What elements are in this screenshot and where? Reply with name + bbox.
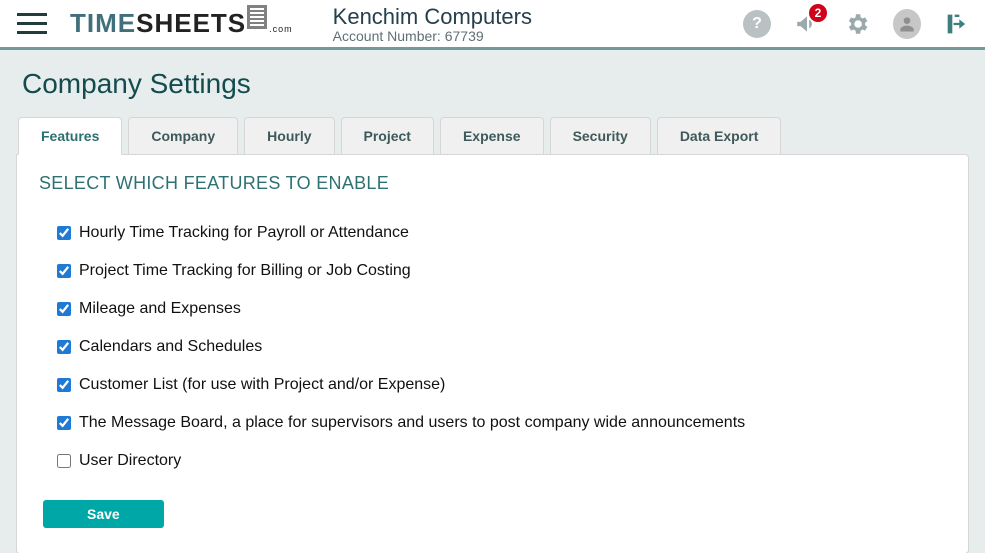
settings-icon[interactable] xyxy=(843,10,871,38)
feature-label[interactable]: Hourly Time Tracking for Payroll or Atte… xyxy=(79,224,409,242)
feature-checkbox[interactable] xyxy=(57,226,71,240)
feature-label[interactable]: Calendars and Schedules xyxy=(79,338,262,356)
tab-data-export[interactable]: Data Export xyxy=(657,117,782,154)
tab-expense[interactable]: Expense xyxy=(440,117,544,154)
menu-icon[interactable] xyxy=(12,4,52,44)
logo-part1: TIME xyxy=(70,8,136,39)
help-icon[interactable]: ? xyxy=(743,10,771,38)
logo-part2: SHEETS xyxy=(136,8,246,39)
feature-checkbox[interactable] xyxy=(57,264,71,278)
features-panel: SELECT WHICH FEATURES TO ENABLE Hourly T… xyxy=(16,154,969,553)
tab-hourly[interactable]: Hourly xyxy=(244,117,334,154)
feature-item: User Directory xyxy=(57,452,946,470)
page-title: Company Settings xyxy=(22,68,969,100)
feature-checkbox[interactable] xyxy=(57,340,71,354)
feature-checkbox[interactable] xyxy=(57,416,71,430)
app-header: TIME SHEETS .com Kenchim Computers Accou… xyxy=(0,0,985,50)
feature-item: Customer List (for use with Project and/… xyxy=(57,376,946,394)
company-name: Kenchim Computers xyxy=(333,4,532,30)
tab-security[interactable]: Security xyxy=(550,117,651,154)
notification-badge: 2 xyxy=(809,4,827,22)
feature-label[interactable]: The Message Board, a place for superviso… xyxy=(79,414,745,432)
logo-suffix: .com xyxy=(269,24,293,34)
logo-clipboard-icon xyxy=(247,5,267,29)
tabstrip: FeaturesCompanyHourlyProjectExpenseSecur… xyxy=(18,116,969,154)
feature-checkbox[interactable] xyxy=(57,378,71,392)
logout-icon[interactable] xyxy=(943,10,971,38)
help-glyph: ? xyxy=(743,10,771,38)
company-block: Kenchim Computers Account Number: 67739 xyxy=(333,4,532,44)
tab-company[interactable]: Company xyxy=(128,117,238,154)
feature-list: Hourly Time Tracking for Payroll or Atte… xyxy=(39,224,946,470)
announcements-icon[interactable]: 2 xyxy=(793,10,821,38)
feature-item: Calendars and Schedules xyxy=(57,338,946,356)
avatar-icon[interactable] xyxy=(893,10,921,38)
feature-item: Project Time Tracking for Billing or Job… xyxy=(57,262,946,280)
tab-project[interactable]: Project xyxy=(341,117,434,154)
tab-features[interactable]: Features xyxy=(18,117,122,155)
feature-item: Hourly Time Tracking for Payroll or Atte… xyxy=(57,224,946,242)
feature-label[interactable]: User Directory xyxy=(79,452,181,470)
feature-label[interactable]: Customer List (for use with Project and/… xyxy=(79,376,445,394)
section-heading: SELECT WHICH FEATURES TO ENABLE xyxy=(39,173,946,194)
feature-label[interactable]: Mileage and Expenses xyxy=(79,300,241,318)
feature-item: Mileage and Expenses xyxy=(57,300,946,318)
logo[interactable]: TIME SHEETS .com xyxy=(70,8,293,39)
header-icons: ? 2 xyxy=(743,10,971,38)
feature-checkbox[interactable] xyxy=(57,454,71,468)
save-button[interactable]: Save xyxy=(43,500,164,528)
page-body: Company Settings FeaturesCompanyHourlyPr… xyxy=(0,50,985,553)
feature-checkbox[interactable] xyxy=(57,302,71,316)
account-number: Account Number: 67739 xyxy=(333,28,532,44)
feature-label[interactable]: Project Time Tracking for Billing or Job… xyxy=(79,262,411,280)
feature-item: The Message Board, a place for superviso… xyxy=(57,414,946,432)
